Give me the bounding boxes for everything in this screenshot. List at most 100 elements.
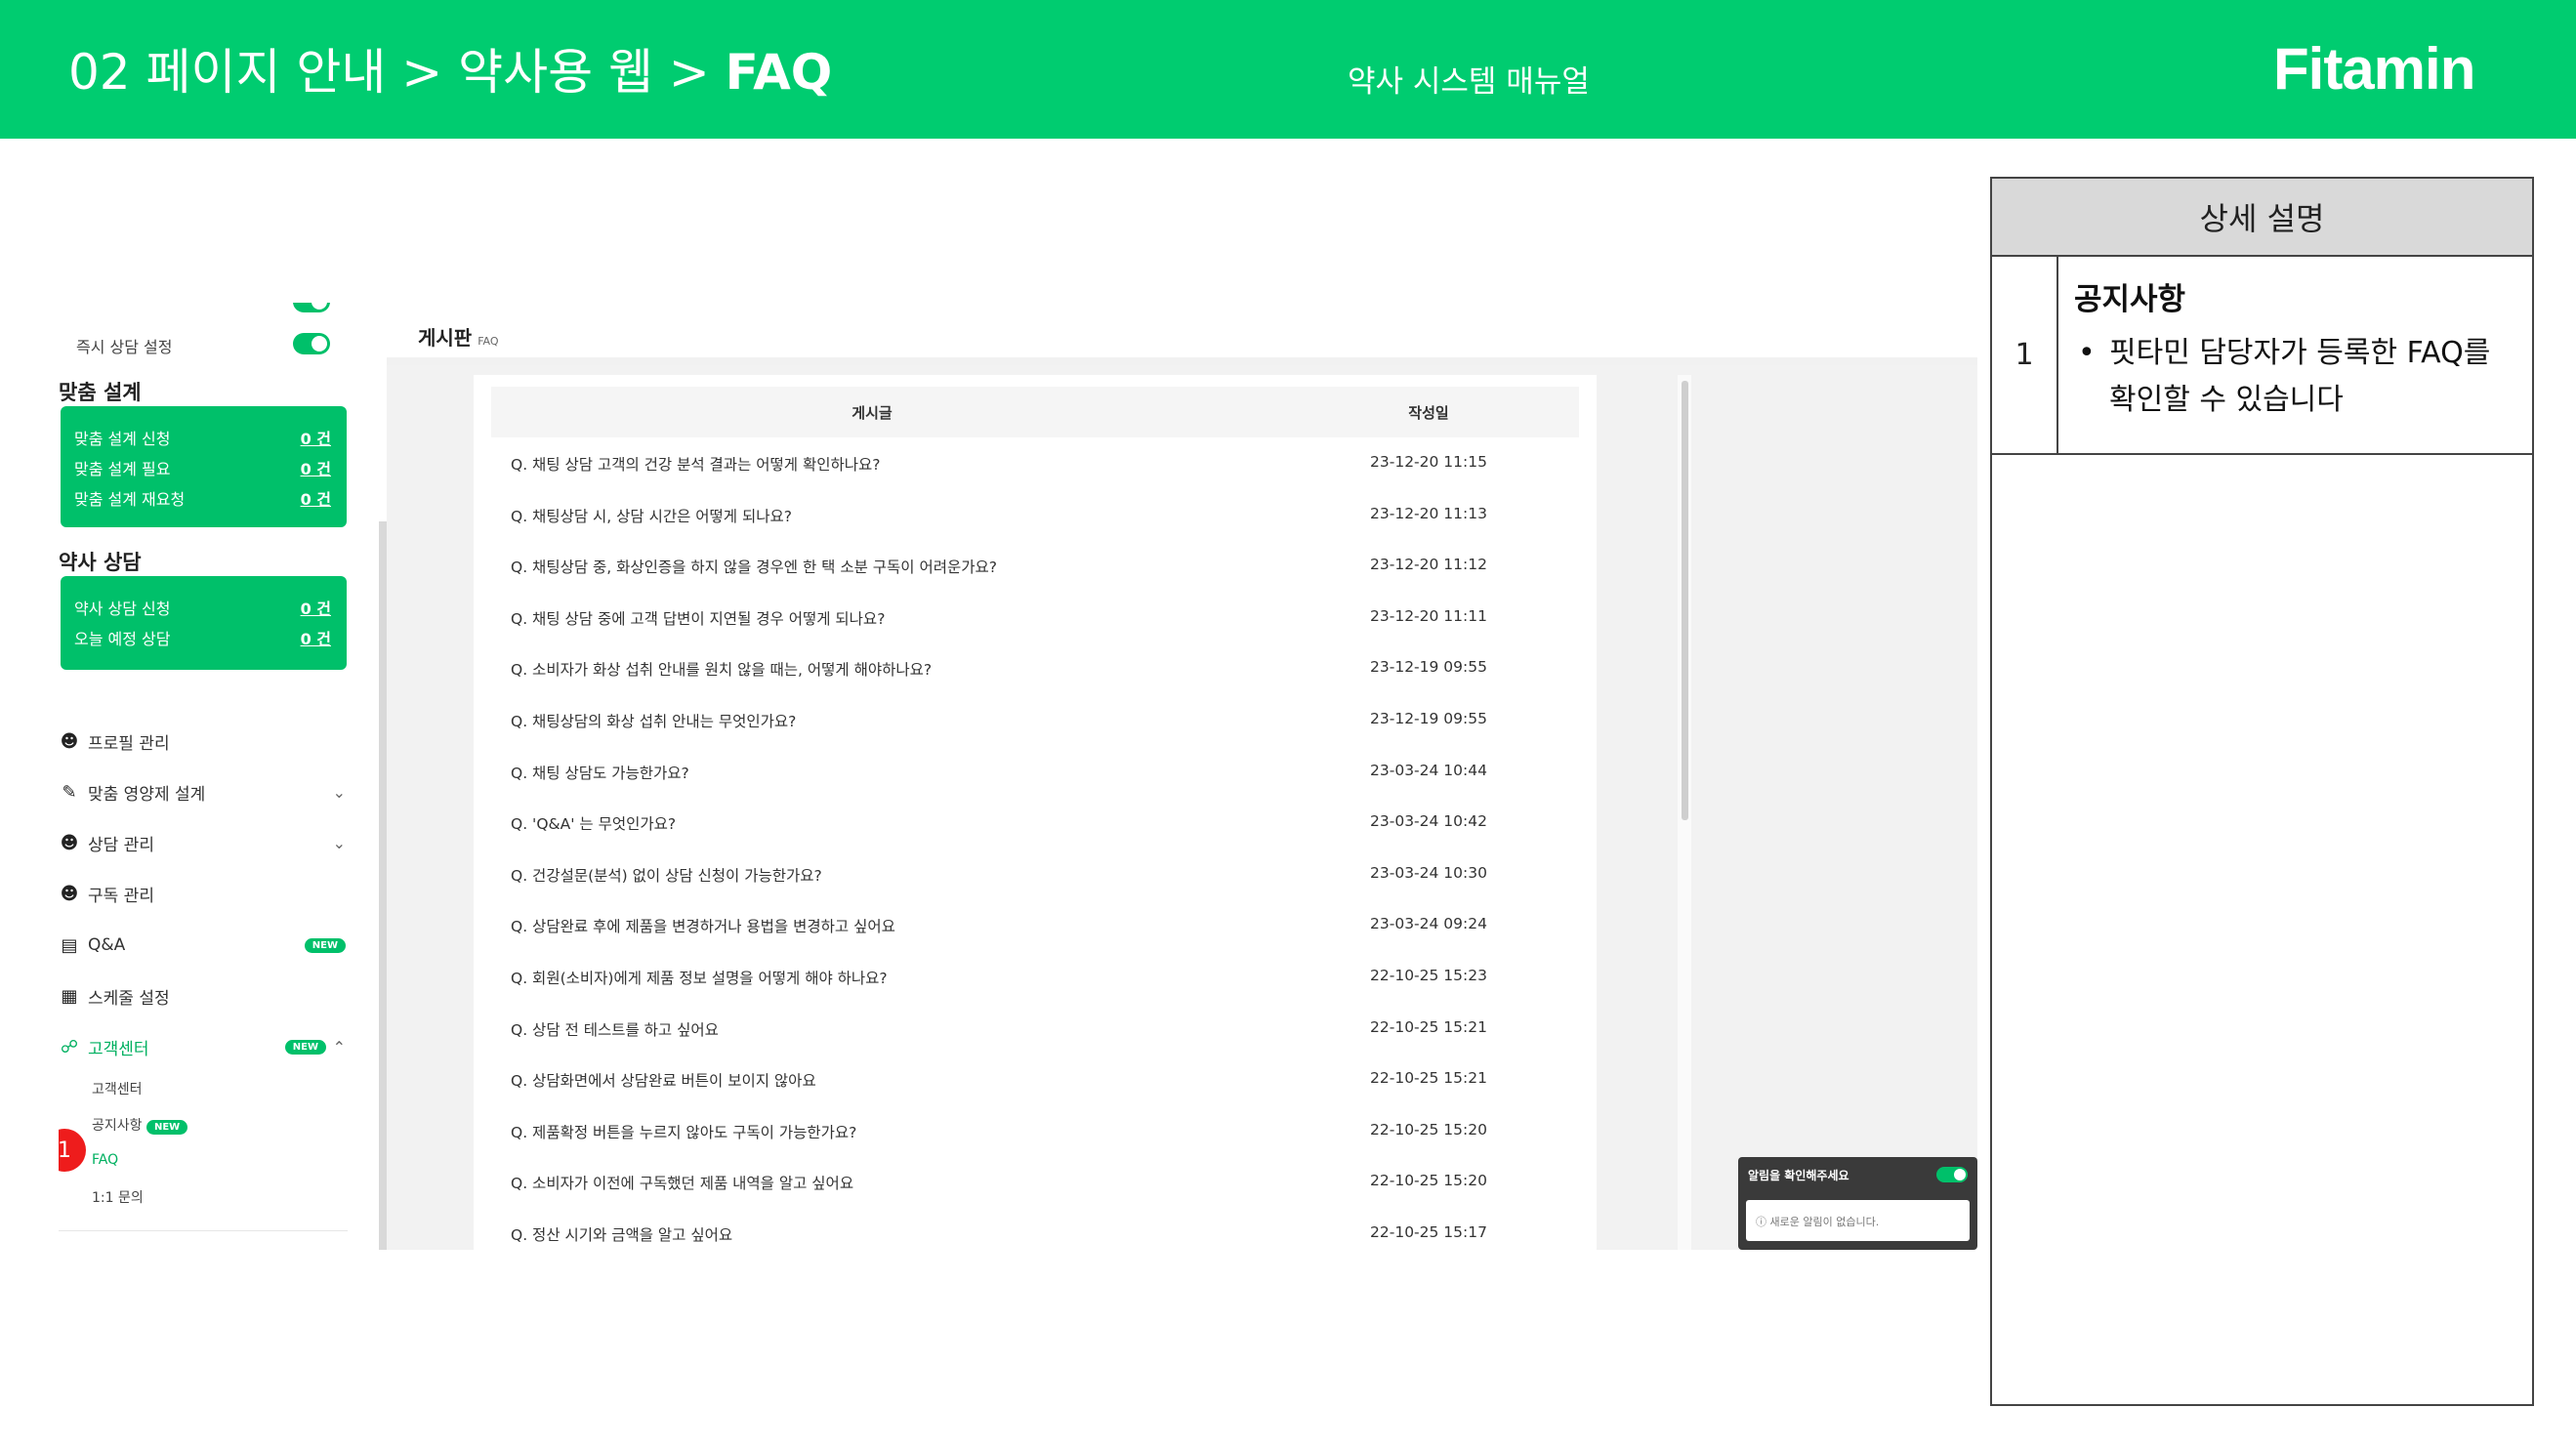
fitamin-logo: Fitamin bbox=[2273, 36, 2475, 102]
menu-customer-center[interactable]: ☍ 고객센터 NEW ⌃ bbox=[59, 1032, 348, 1061]
summary-label: 맞춤 설계 재요청 bbox=[74, 490, 186, 509]
table-scrollbar[interactable] bbox=[1682, 381, 1688, 820]
breadcrumb-path: 02 페이지 안내 > 약사용 웹 > bbox=[68, 44, 726, 101]
summary-count[interactable]: 0 건 bbox=[301, 456, 331, 479]
faq-date: 23-12-20 11:12 bbox=[1370, 556, 1487, 574]
faq-title[interactable]: Q. 제품확정 버튼을 누르지 않아도 구독이 가능한가요? bbox=[511, 1121, 856, 1142]
table-row[interactable]: Q. 상담 전 테스트를 하고 싶어요 22-10-25 15:21 bbox=[491, 1003, 1579, 1054]
faq-date: 22-10-25 15:20 bbox=[1370, 1120, 1487, 1138]
faq-title[interactable]: Q. 채팅상담의 화상 섭취 안내는 무엇인가요? bbox=[511, 710, 796, 731]
faq-title[interactable]: Q. 상담완료 후에 제품을 변경하거나 용법을 변경하고 싶어요 bbox=[511, 915, 895, 936]
page-breadcrumb: 02 페이지 안내 > 약사용 웹 > FAQ bbox=[68, 33, 832, 104]
faq-date: 23-03-24 10:42 bbox=[1370, 812, 1487, 831]
sidebar-scrollbar[interactable] bbox=[379, 521, 387, 1250]
summary-label: 오늘 예정 상담 bbox=[74, 630, 171, 648]
table-row[interactable]: Q. 소비자가 이전에 구독했던 제품 내역을 알고 싶어요 22-10-25 1… bbox=[491, 1156, 1579, 1207]
menu-label: 프로필 관리 bbox=[88, 733, 170, 754]
faq-title[interactable]: Q. 소비자가 화상 섭취 안내를 원치 않을 때는, 어떻게 해야하나요? bbox=[511, 658, 932, 680]
faq-title[interactable]: Q. 소비자가 이전에 구독했던 제품 내역을 알고 싶어요 bbox=[511, 1172, 853, 1193]
chat-icon: ▤ bbox=[61, 934, 78, 956]
faq-title[interactable]: Q. 상담화면에서 상담완료 버튼이 보이지 않아요 bbox=[511, 1069, 816, 1091]
table-row[interactable]: Q. 채팅상담의 화상 섭취 안내는 무엇인가요? 23-12-19 09:55 bbox=[491, 694, 1579, 745]
submenu-label: 공지사항 bbox=[92, 1118, 143, 1134]
faq-date: 22-10-25 15:23 bbox=[1370, 967, 1487, 984]
submenu-notice[interactable]: 공지사항 NEW bbox=[92, 1115, 188, 1135]
chevron-up-icon[interactable]: ⌃ bbox=[333, 1038, 346, 1056]
notification-toggle[interactable] bbox=[1936, 1167, 1968, 1182]
faq-title[interactable]: Q. 회원(소비자)에게 제품 정보 설명을 어떻게 해야 하나요? bbox=[511, 967, 888, 988]
table-row[interactable]: Q. 제품확정 버튼을 누르지 않아도 구독이 가능한가요? 22-10-25 1… bbox=[491, 1105, 1579, 1156]
summary-row[interactable]: 맞춤 설계 신청 0 건 bbox=[74, 426, 331, 449]
faq-title[interactable]: Q. 채팅 상담도 가능한가요? bbox=[511, 762, 689, 783]
faq-date: 22-10-25 15:17 bbox=[1370, 1223, 1487, 1241]
summary-count[interactable]: 0 건 bbox=[301, 486, 331, 510]
summary-row[interactable]: 약사 상담 신청 0 건 bbox=[74, 596, 331, 619]
menu-nutrient-design[interactable]: ✎ 맞춤 영양제 설계 ⌄ bbox=[59, 777, 348, 807]
faq-title[interactable]: Q. 채팅상담 중, 화상인증을 하지 않을 경우엔 한 택 소분 구독이 어려… bbox=[511, 556, 997, 577]
summary-row[interactable]: 맞춤 설계 필요 0 건 bbox=[74, 456, 331, 479]
table-row[interactable]: Q. 채팅상담 시, 상담 시간은 어떻게 되나요? 23-12-20 11:13 bbox=[491, 489, 1579, 540]
pencil-icon: ✎ bbox=[62, 781, 77, 803]
table-row[interactable]: Q. 회원(소비자)에게 제품 정보 설명을 어떻게 해야 하나요? 22-10-… bbox=[491, 951, 1579, 1002]
faq-date: 23-12-20 11:11 bbox=[1370, 606, 1487, 625]
summary-label: 약사 상담 신청 bbox=[74, 600, 171, 618]
menu-label: 구독 관리 bbox=[88, 886, 154, 906]
faq-title[interactable]: Q. 'Q&A' 는 무엇인가요? bbox=[511, 812, 676, 834]
table-row[interactable]: Q. 건강설문(분석) 없이 상담 신청이 가능한가요? 23-03-24 10:… bbox=[491, 849, 1579, 899]
faq-title[interactable]: Q. 채팅상담 시, 상담 시간은 어떻게 되나요? bbox=[511, 505, 792, 526]
breadcrumb-current: FAQ bbox=[725, 44, 833, 101]
user-gear-icon: ☻ bbox=[60, 883, 79, 904]
faq-date: 22-10-25 15:20 bbox=[1370, 1172, 1487, 1190]
summary-count[interactable]: 0 건 bbox=[301, 596, 331, 619]
table-row[interactable]: Q. 채팅 상담도 가능한가요? 23-03-24 10:44 bbox=[491, 746, 1579, 797]
summary-row[interactable]: 오늘 예정 상담 0 건 bbox=[74, 626, 331, 649]
table-row[interactable]: Q. 채팅 상담 중에 고객 답변이 지연될 경우 어떻게 되나요? 23-12-… bbox=[491, 592, 1579, 642]
board-header: 게시판 FAQ bbox=[387, 303, 1977, 365]
faq-title[interactable]: Q. 정산 시기와 금액을 알고 싶어요 bbox=[511, 1223, 732, 1245]
summary-count[interactable]: 0 건 bbox=[301, 426, 331, 449]
description-number: 1 bbox=[1992, 257, 2058, 453]
table-row[interactable]: Q. 상담완료 후에 제품을 변경하거나 용법을 변경하고 싶어요 23-03-2… bbox=[491, 899, 1579, 950]
custom-design-heading: 맞춤 설계 bbox=[59, 381, 142, 404]
table-row[interactable]: Q. 정산 시기와 금액을 알고 싶어요 22-10-25 15:17 bbox=[491, 1208, 1579, 1250]
table-row[interactable]: Q. 채팅 상담 고객의 건강 분석 결과는 어떻게 확인하나요? 23-12-2… bbox=[491, 437, 1579, 488]
menu-consult-manage[interactable]: ☻ 상담 관리 ⌄ bbox=[59, 828, 348, 857]
notification-empty-text: 새로운 알림이 없습니다. bbox=[1769, 1216, 1880, 1228]
faq-date: 22-10-25 15:21 bbox=[1370, 1069, 1487, 1088]
summary-row[interactable]: 맞춤 설계 재요청 0 건 bbox=[74, 486, 331, 510]
table-row[interactable]: Q. 채팅상담 중, 화상인증을 하지 않을 경우엔 한 택 소분 구독이 어려… bbox=[491, 540, 1579, 591]
faq-title[interactable]: Q. 상담 전 테스트를 하고 싶어요 bbox=[511, 1018, 719, 1040]
notification-popup: 알림을 확인해주세요 ⓘ 새로운 알림이 없습니다. bbox=[1738, 1157, 1977, 1250]
submenu-faq[interactable]: FAQ bbox=[92, 1152, 118, 1168]
notification-title: 알림을 확인해주세요 bbox=[1748, 1169, 1849, 1182]
chevron-down-icon[interactable]: ⌄ bbox=[333, 834, 346, 852]
menu-qna[interactable]: ▤ Q&A NEW bbox=[59, 931, 348, 960]
summary-count[interactable]: 0 건 bbox=[301, 626, 331, 649]
menu-profile[interactable]: ☻ 프로필 관리 bbox=[59, 726, 348, 756]
faq-title[interactable]: Q. 채팅 상담 고객의 건강 분석 결과는 어떻게 확인하나요? bbox=[511, 453, 881, 475]
faq-title[interactable]: Q. 채팅 상담 중에 고객 답변이 지연될 경우 어떻게 되나요? bbox=[511, 607, 885, 629]
table-row[interactable]: Q. 상담화면에서 상담완료 버튼이 보이지 않아요 22-10-25 15:21 bbox=[491, 1054, 1579, 1104]
instant-consult-toggle[interactable] bbox=[293, 333, 330, 354]
toggle-switch[interactable] bbox=[293, 303, 330, 312]
instant-consult-label: 즉시 상담 설정 bbox=[76, 338, 173, 356]
pharmacist-consult-heading: 약사 상담 bbox=[59, 551, 142, 574]
menu-label: 스케줄 설정 bbox=[88, 988, 170, 1009]
description-title: 공지사항 bbox=[2074, 282, 2186, 317]
faq-date: 23-03-24 10:30 bbox=[1370, 863, 1487, 882]
chevron-down-icon[interactable]: ⌄ bbox=[333, 783, 346, 802]
table-row[interactable]: Q. 소비자가 화상 섭취 안내를 원치 않을 때는, 어떻게 해야하나요? 23… bbox=[491, 642, 1579, 693]
faq-date: 23-03-24 09:24 bbox=[1370, 915, 1487, 933]
table-row[interactable]: Q. 'Q&A' 는 무엇인가요? 23-03-24 10:42 bbox=[491, 797, 1579, 848]
faq-title[interactable]: Q. 건강설문(분석) 없이 상담 신청이 가능한가요? bbox=[511, 864, 822, 886]
custom-design-summary: 맞춤 설계 신청 0 건 맞춤 설계 필요 0 건 맞춤 설계 재요청 0 건 bbox=[61, 406, 347, 527]
new-badge: NEW bbox=[304, 937, 346, 953]
new-badge: NEW bbox=[145, 1120, 188, 1135]
faq-date: 23-12-20 11:15 bbox=[1370, 453, 1487, 471]
menu-schedule[interactable]: ▦ 스케줄 설정 bbox=[59, 981, 348, 1011]
menu-label: 맞춤 영양제 설계 bbox=[88, 784, 206, 805]
menu-subscription[interactable]: ☻ 구독 관리 bbox=[59, 879, 348, 908]
submenu-customer-center[interactable]: 고객센터 bbox=[92, 1079, 143, 1098]
sidebar: — — — — 즉시 상담 설정 맞춤 설계 맞춤 설계 신청 0 건 맞춤 설… bbox=[59, 303, 352, 1250]
submenu-inquiry[interactable]: 1:1 문의 bbox=[92, 1187, 144, 1207]
